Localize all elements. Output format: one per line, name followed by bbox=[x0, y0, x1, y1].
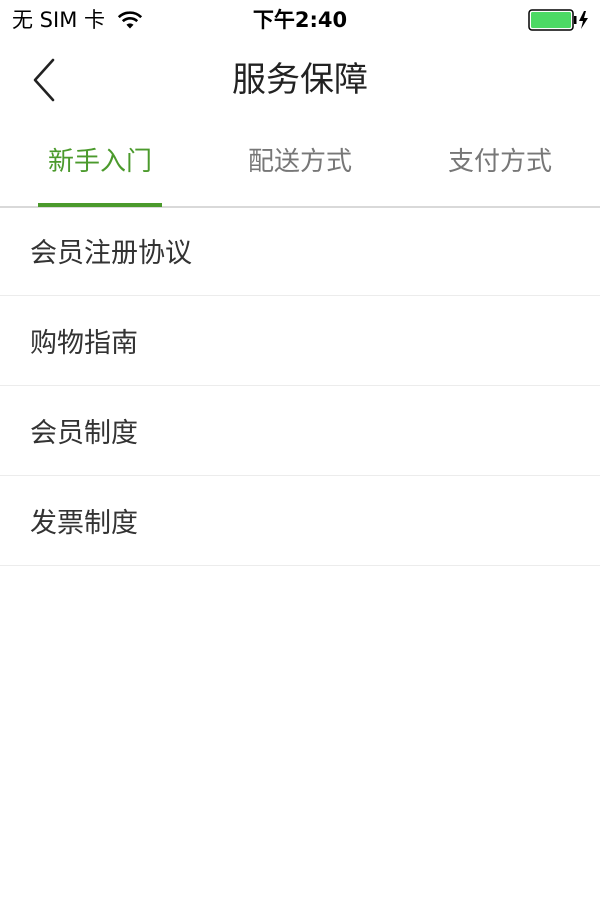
lightning-icon bbox=[579, 11, 588, 29]
status-bar: 无 SIM 卡 下午2:40 bbox=[0, 0, 600, 40]
list-item-member-registration-agreement[interactable]: 会员注册协议 bbox=[0, 206, 600, 296]
tab-delivery-methods[interactable]: 配送方式 bbox=[200, 120, 400, 206]
screen: 无 SIM 卡 下午2:40 服务保障 新手入门 配送方式 支付方式 会员注册协… bbox=[0, 0, 600, 900]
page-title: 服务保障 bbox=[232, 60, 368, 100]
navigation-bar: 服务保障 bbox=[0, 40, 600, 120]
list-item-shopping-guide[interactable]: 购物指南 bbox=[0, 296, 600, 386]
list-item-label: 购物指南 bbox=[30, 328, 138, 359]
list-item-label: 会员制度 bbox=[30, 418, 138, 449]
tab-label: 配送方式 bbox=[247, 147, 352, 177]
tab-getting-started[interactable]: 新手入门 bbox=[0, 120, 200, 207]
list-item-label: 会员注册协议 bbox=[30, 238, 192, 269]
battery-icon bbox=[528, 9, 588, 31]
status-time: 下午2:40 bbox=[252, 8, 348, 32]
list-item-invoice-policy[interactable]: 发票制度 bbox=[0, 476, 600, 566]
tab-payment-methods[interactable]: 支付方式 bbox=[400, 120, 600, 206]
tab-label: 支付方式 bbox=[447, 147, 552, 177]
list-item-membership-system[interactable]: 会员制度 bbox=[0, 386, 600, 476]
help-topic-list: 会员注册协议 购物指南 会员制度 发票制度 bbox=[0, 206, 600, 566]
tab-bar: 新手入门 配送方式 支付方式 bbox=[0, 120, 600, 208]
list-item-label: 发票制度 bbox=[30, 508, 138, 539]
tab-label: 新手入门 bbox=[47, 147, 152, 177]
